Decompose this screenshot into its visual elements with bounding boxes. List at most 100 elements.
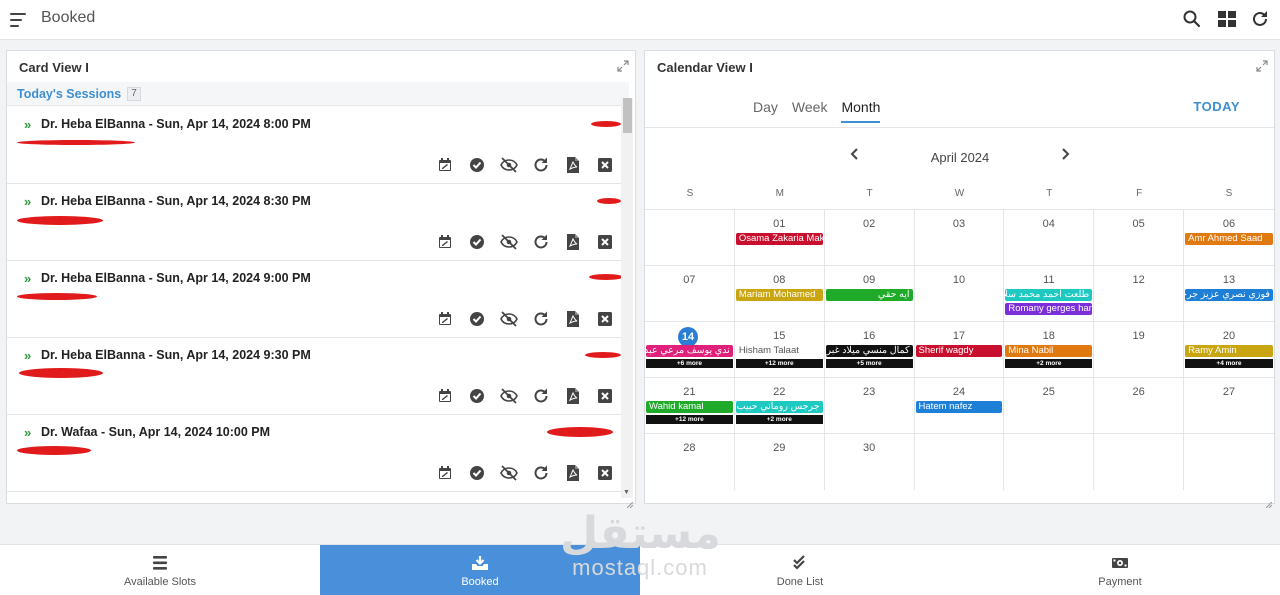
pdf-file-icon[interactable] — [564, 464, 582, 482]
day-cell[interactable]: 11 طلعت احمد محمد سلام Romany gerges han — [1004, 266, 1095, 322]
day-cell[interactable]: 25 — [1004, 378, 1095, 434]
check-circle-icon[interactable] — [468, 310, 486, 328]
chevron-right-icon[interactable] — [1058, 147, 1072, 161]
close-box-icon[interactable] — [596, 156, 614, 174]
eye-off-icon[interactable] — [500, 387, 518, 405]
day-cell[interactable]: 22 جرجس روماني حبيب +2 more — [735, 378, 825, 434]
day-cell[interactable] — [1004, 434, 1095, 490]
redo-icon[interactable] — [532, 233, 550, 251]
calendar-event[interactable]: Hatem nafez — [915, 401, 1003, 413]
day-cell[interactable]: 16 كمال منسي ميلاد غبريال +5 more — [825, 322, 915, 378]
close-box-icon[interactable] — [596, 387, 614, 405]
scrollbar[interactable]: ▼ — [621, 98, 633, 498]
nav-item-available-slots[interactable]: Available Slots — [0, 545, 320, 595]
day-cell[interactable]: 05 — [1094, 210, 1185, 266]
redo-icon[interactable] — [532, 310, 550, 328]
calendar-event[interactable]: طلعت احمد محمد سلام — [1005, 289, 1093, 301]
nav-item-done-list[interactable]: Done List — [640, 545, 960, 595]
scroll-thumb[interactable] — [623, 98, 632, 133]
more-events-link[interactable]: +4 more — [1185, 359, 1273, 368]
day-cell[interactable]: 13 فوزي نصري عزيز جرجس — [1184, 266, 1274, 322]
menu-icon[interactable] — [10, 12, 28, 28]
day-cell[interactable] — [645, 210, 735, 266]
refresh-icon[interactable] — [1250, 9, 1270, 29]
calendar-event[interactable]: Sherif wagdy — [915, 345, 1003, 357]
day-cell[interactable]: 07 — [645, 266, 735, 322]
session-card[interactable]: » Dr. Heba ElBanna - Sun, Apr 14, 2024 9:… — [7, 261, 622, 338]
calendar-event[interactable]: ايه حقي — [825, 289, 913, 301]
search-icon[interactable] — [1182, 9, 1202, 29]
day-cell[interactable]: 10 — [915, 266, 1005, 322]
today-button[interactable]: TODAY — [1193, 99, 1240, 114]
session-card[interactable]: » Dr. Heba ElBanna - Sun, Apr 14, 2024 8:… — [7, 184, 622, 261]
day-cell[interactable]: 08 Mariam Mohamed — [735, 266, 825, 322]
calendar-event[interactable]: Mariam Mohamed — [735, 289, 823, 301]
day-cell[interactable]: 30 — [825, 434, 915, 490]
calendar-event[interactable]: كمال منسي ميلاد غبريال — [825, 345, 913, 357]
tab-day[interactable]: Day — [753, 99, 778, 123]
day-cell[interactable] — [915, 434, 1005, 490]
chevron-left-icon[interactable] — [848, 147, 862, 161]
check-circle-icon[interactable] — [468, 387, 486, 405]
day-cell[interactable]: 04 — [1004, 210, 1095, 266]
close-box-icon[interactable] — [596, 310, 614, 328]
calendar-event[interactable]: Wahid kamal — [646, 401, 733, 413]
eye-off-icon[interactable] — [500, 464, 518, 482]
redo-icon[interactable] — [532, 464, 550, 482]
day-cell[interactable]: 19 — [1094, 322, 1185, 378]
day-cell[interactable]: 29 — [735, 434, 825, 490]
calendar-edit-icon[interactable] — [436, 310, 454, 328]
calendar-event[interactable]: Amr Ahmed Saad — [1185, 233, 1273, 245]
check-circle-icon[interactable] — [468, 464, 486, 482]
calendar-edit-icon[interactable] — [436, 233, 454, 251]
day-cell[interactable]: 26 — [1094, 378, 1185, 434]
pdf-file-icon[interactable] — [564, 310, 582, 328]
day-cell[interactable]: 18 Mina Nabil +2 more — [1004, 322, 1095, 378]
day-cell[interactable]: 12 — [1094, 266, 1185, 322]
session-card[interactable]: » Dr. Wafaa - Sun, Apr 14, 2024 10:00 PM — [7, 415, 622, 492]
nav-item-booked[interactable]: Booked — [320, 545, 640, 595]
day-cell[interactable]: 14ندي يوسف مرعي عبدالرحمن +6 more — [645, 322, 735, 378]
expand-icon[interactable] — [1256, 59, 1268, 72]
day-cell[interactable] — [1184, 434, 1274, 490]
calendar-event[interactable]: ندي يوسف مرعي عبدالرحمن — [646, 345, 733, 357]
close-box-icon[interactable] — [596, 464, 614, 482]
day-cell[interactable] — [1094, 434, 1185, 490]
eye-off-icon[interactable] — [500, 233, 518, 251]
close-box-icon[interactable] — [596, 233, 614, 251]
more-events-link[interactable]: +2 more — [735, 415, 823, 424]
calendar-event[interactable]: جرجس روماني حبيب — [735, 401, 823, 413]
pdf-file-icon[interactable] — [564, 233, 582, 251]
eye-off-icon[interactable] — [500, 156, 518, 174]
calendar-event[interactable]: Osama Zakaria Mak — [735, 233, 823, 245]
tab-week[interactable]: Week — [792, 99, 828, 123]
redo-icon[interactable] — [532, 387, 550, 405]
day-cell[interactable]: 01 Osama Zakaria Mak — [735, 210, 825, 266]
day-cell[interactable]: 17 Sherif wagdy — [915, 322, 1005, 378]
check-circle-icon[interactable] — [468, 156, 486, 174]
calendar-event[interactable]: Mina Nabil — [1005, 345, 1093, 357]
expand-icon[interactable] — [617, 59, 629, 72]
nav-item-payment[interactable]: Payment — [960, 545, 1280, 595]
calendar-event[interactable]: فوزي نصري عزيز جرجس — [1185, 289, 1273, 301]
eye-off-icon[interactable] — [500, 310, 518, 328]
session-card[interactable]: » Dr. Heba ElBanna - Sun, Apr 14, 2024 9:… — [7, 338, 622, 415]
day-cell[interactable]: 20 Ramy Amin +4 more — [1184, 322, 1274, 378]
day-cell[interactable]: 15 Hisham Talaat +12 more — [735, 322, 825, 378]
more-events-link[interactable]: +2 more — [1005, 359, 1093, 368]
day-cell[interactable]: 06 Amr Ahmed Saad — [1184, 210, 1274, 266]
resize-grip-icon[interactable] — [626, 495, 634, 509]
more-events-link[interactable]: +5 more — [825, 359, 913, 368]
day-cell[interactable]: 21 Wahid kamal +12 more — [645, 378, 735, 434]
day-cell[interactable]: 27 — [1184, 378, 1274, 434]
calendar-edit-icon[interactable] — [436, 464, 454, 482]
day-cell[interactable]: 03 — [915, 210, 1005, 266]
calendar-edit-icon[interactable] — [436, 387, 454, 405]
more-events-link[interactable]: +6 more — [646, 359, 733, 368]
more-events-link[interactable]: +12 more — [735, 359, 823, 368]
calendar-event[interactable]: Hisham Talaat — [736, 345, 823, 357]
pdf-file-icon[interactable] — [564, 156, 582, 174]
calendar-edit-icon[interactable] — [436, 156, 454, 174]
day-cell[interactable]: 09 ايه حقي — [825, 266, 915, 322]
check-circle-icon[interactable] — [468, 233, 486, 251]
